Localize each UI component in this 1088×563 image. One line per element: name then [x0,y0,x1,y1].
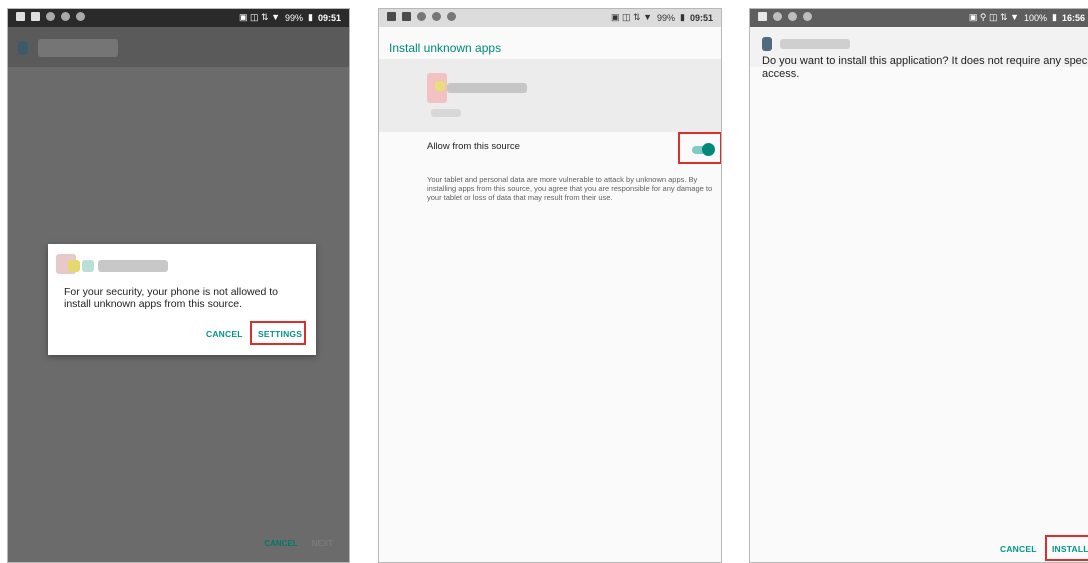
settings-highlight: SETTINGS [250,321,306,345]
wifi-icon [432,12,441,21]
android-icon [447,12,456,21]
settings-button[interactable]: SETTINGS [258,329,302,339]
app-icon-part [68,260,80,272]
android-icon [76,12,85,21]
notification-icon [758,12,767,21]
bottom-cancel-button[interactable]: CANCEL [264,539,297,548]
battery-icon: ▮ [680,12,685,22]
allow-source-toggle[interactable] [702,143,715,156]
status-bar: ▣ ◫ ⇅ ▼ 99% ▮ 09:51 [379,9,721,27]
warning-description: Your tablet and personal data are more v… [427,175,713,202]
screen-blocked-dialog: ▣ ◫ ⇅ ▼ 99% ▮ 09:51 For your security, y… [7,8,350,563]
app-version-blurred [431,109,461,117]
battery-icon: ▮ [308,12,313,22]
install-button[interactable]: INSTALL [1052,544,1088,554]
toggle-highlight [678,132,721,164]
app-name-blurred [38,39,118,57]
app-info-block [379,59,721,132]
notification-icons [758,12,812,21]
battery-percent: 99% [657,12,676,23]
settings-icon [46,12,55,21]
clock: 09:51 [317,12,341,23]
app-icon-part [82,260,94,272]
wifi-icon [61,12,70,21]
notification-icon [387,12,396,21]
battery-percent: 99% [285,12,304,23]
signal-icon: ▣ ◫ ⇅ ▼ [239,12,280,22]
install-highlight: INSTALL [1045,535,1088,561]
mail-icon [402,12,411,21]
battery-icon: ▮ [1052,12,1057,22]
signal-icon: ▣ ⚲ ◫ ⇅ ▼ [968,12,1019,22]
notification-icons [16,12,85,21]
install-message: Do you want to install this application?… [762,55,1088,80]
allow-source-label: Allow from this source [427,141,520,152]
app-header [8,27,349,67]
screen-install-confirm: ▣ ⚲ ◫ ⇅ ▼ 100% ▮ 16:56 Do you want to in… [749,8,1088,563]
notification-icon [16,12,25,21]
app-icon [762,37,772,51]
clock: 09:51 [689,12,713,23]
screen-install-unknown-apps: ▣ ◫ ⇅ ▼ 99% ▮ 09:51 Install unknown apps… [378,8,722,563]
android-icon [803,12,812,21]
page-title: Install unknown apps [389,41,502,55]
status-bar: ▣ ⚲ ◫ ⇅ ▼ 100% ▮ 16:56 [750,9,1088,27]
settings-icon [773,12,782,21]
notification-icons [387,12,456,21]
bottom-next-button[interactable]: NEXT [312,539,333,548]
cancel-button[interactable]: CANCEL [206,329,243,339]
wifi-icon [788,12,797,21]
battery-percent: 100% [1023,12,1048,23]
dialog-message: For your security, your phone is not all… [64,286,278,310]
app-name-blurred [780,39,850,49]
security-dialog: For your security, your phone is not all… [48,244,316,355]
bottom-actions: CANCEL NEXT [264,539,333,548]
settings-icon [417,12,426,21]
app-icon-part [435,81,445,91]
status-bar: ▣ ◫ ⇅ ▼ 99% ▮ 09:51 [8,9,349,27]
app-name-blurred [98,260,168,272]
signal-icon: ▣ ◫ ⇅ ▼ [611,12,652,22]
cancel-button[interactable]: CANCEL [1000,544,1037,554]
app-name-blurred [447,83,527,93]
clock: 16:56 [1061,12,1085,23]
app-icon [18,41,28,55]
mail-icon [31,12,40,21]
